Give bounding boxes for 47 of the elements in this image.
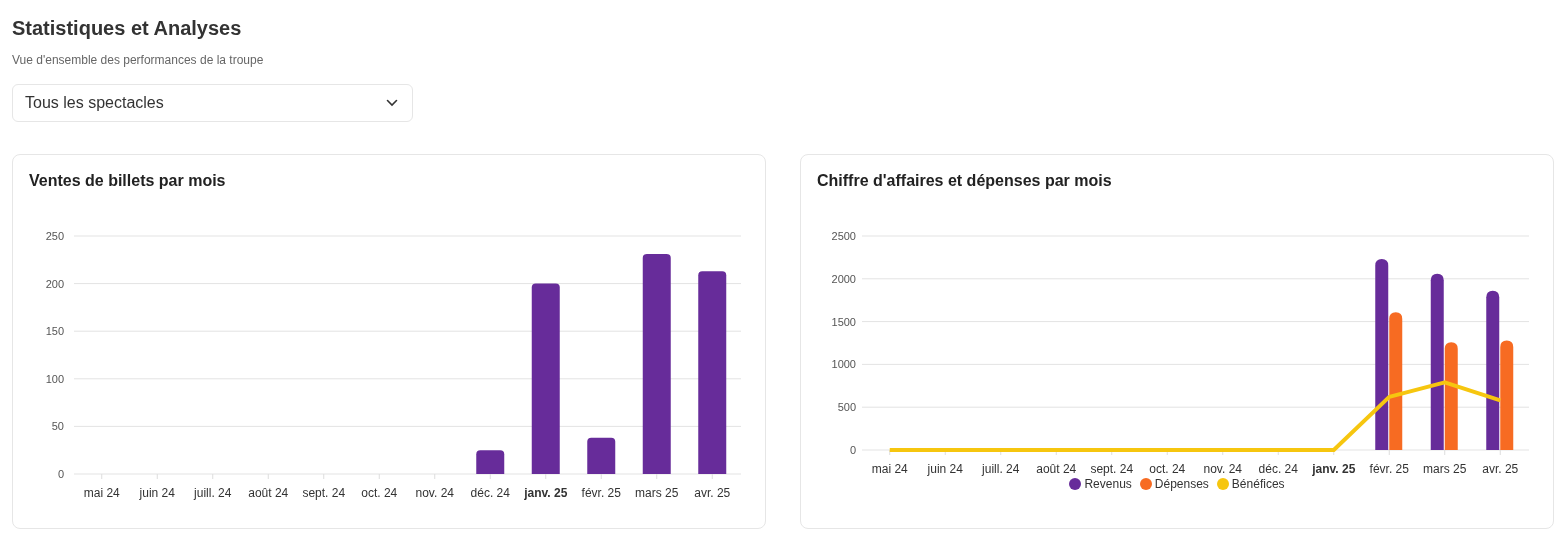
axis-label: août 24 — [248, 486, 289, 500]
chart-title: Chiffre d'affaires et dépenses par mois — [817, 171, 1113, 191]
axis-label: 500 — [837, 401, 856, 414]
axis-label: 2000 — [831, 272, 856, 285]
axis-label: 0 — [849, 444, 856, 456]
axis-label: sept. 24 — [1090, 462, 1134, 476]
axis-label: 150 — [45, 325, 64, 338]
legend-label: Revenus — [1084, 477, 1132, 491]
page-subtitle: Vue d'ensemble des performances de la troupe — [12, 52, 265, 68]
axis-label: mars 25 — [635, 486, 679, 500]
axis-label: 1000 — [831, 358, 856, 371]
axis-label: juin 24 — [139, 486, 175, 500]
axis-label: mai 24 — [83, 486, 120, 500]
axis-label: avr. 25 — [1482, 462, 1519, 476]
axis-label: 50 — [51, 420, 64, 433]
axis-label: oct. 24 — [1149, 462, 1186, 476]
axis-label: 1500 — [831, 315, 856, 328]
axis-label: nov. 24 — [1203, 462, 1242, 476]
axis-label: mars 25 — [1423, 462, 1467, 476]
axis-label: nov. 24 — [415, 486, 454, 500]
axis-label: févr. 25 — [581, 486, 621, 500]
axis-label: 100 — [45, 372, 64, 385]
axis-label: 250 — [45, 230, 64, 242]
chart-bar — [587, 437, 616, 474]
chart-title: Ventes de billets par mois — [29, 171, 227, 191]
page-title: Statistiques et Analyses — [12, 16, 243, 40]
axis-label: janv. 25 — [524, 486, 568, 500]
axis-label: 0 — [57, 468, 64, 480]
axis-label: oct. 24 — [361, 486, 398, 500]
chevron-down-icon — [386, 99, 398, 107]
axis-label: avr. 25 — [694, 486, 731, 500]
axis-label: 2500 — [831, 230, 856, 242]
axis-label: mai 24 — [871, 462, 908, 476]
legend-label: Dépenses — [1154, 477, 1209, 491]
axis-label: juin 24 — [927, 462, 963, 476]
axis-label: févr. 25 — [1369, 462, 1409, 476]
axis-label: janv. 25 — [1312, 462, 1356, 476]
axis-label: juill. 24 — [982, 462, 1020, 476]
chart-bar — [476, 450, 505, 474]
axis-label: déc. 24 — [1258, 462, 1298, 476]
axis-label: sept. 24 — [302, 486, 346, 500]
axis-label: juill. 24 — [194, 486, 232, 500]
legend-label: Bénéfices — [1231, 477, 1285, 491]
axis-label: 200 — [45, 277, 64, 290]
axis-label: déc. 24 — [470, 486, 510, 500]
axis-label: août 24 — [1036, 462, 1077, 476]
show-filter-dropdown[interactable]: Tous les spectacles — [12, 84, 413, 122]
